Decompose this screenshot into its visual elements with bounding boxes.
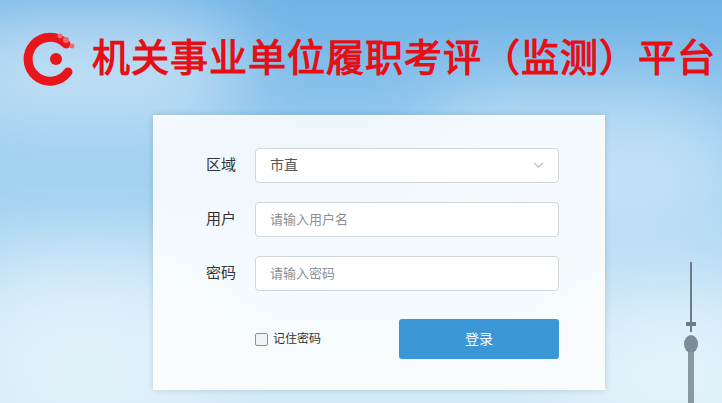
form-row: 用户 xyxy=(154,202,604,237)
header: 机关事业单位履职考评（监测）平台 xyxy=(0,0,722,88)
form-row: 区域 市直 xyxy=(154,148,604,183)
username-input[interactable] xyxy=(270,210,544,230)
field-label: 密码 xyxy=(154,262,236,285)
form-row: 密码 xyxy=(154,256,604,291)
tv-tower-icon xyxy=(676,262,706,403)
field-label: 用户 xyxy=(154,208,236,231)
login-page: 机关事业单位履职考评（监测）平台 区域 市直用户密码记住密码 登录 xyxy=(0,0,722,403)
logo-icon xyxy=(22,30,80,88)
region-select[interactable]: 市直 xyxy=(255,148,559,183)
actions-row: 记住密码 登录 xyxy=(255,319,559,359)
content: 机关事业单位履职考评（监测）平台 区域 市直用户密码记住密码 登录 xyxy=(0,0,722,390)
password-input[interactable] xyxy=(270,264,544,284)
username-field[interactable] xyxy=(255,202,559,237)
select-value: 市直 xyxy=(270,155,533,176)
login-button[interactable]: 登录 xyxy=(399,319,559,359)
chevron-down-icon xyxy=(533,162,544,169)
login-card: 区域 市直用户密码记住密码 登录 xyxy=(153,115,605,390)
field-label: 区域 xyxy=(154,154,236,177)
remember-label: 记住密码 xyxy=(273,330,321,348)
password-field[interactable] xyxy=(255,256,559,291)
remember-password[interactable]: 记住密码 xyxy=(255,330,399,348)
remember-checkbox[interactable] xyxy=(255,333,268,346)
page-title: 机关事业单位履职考评（监测）平台 xyxy=(92,36,716,82)
